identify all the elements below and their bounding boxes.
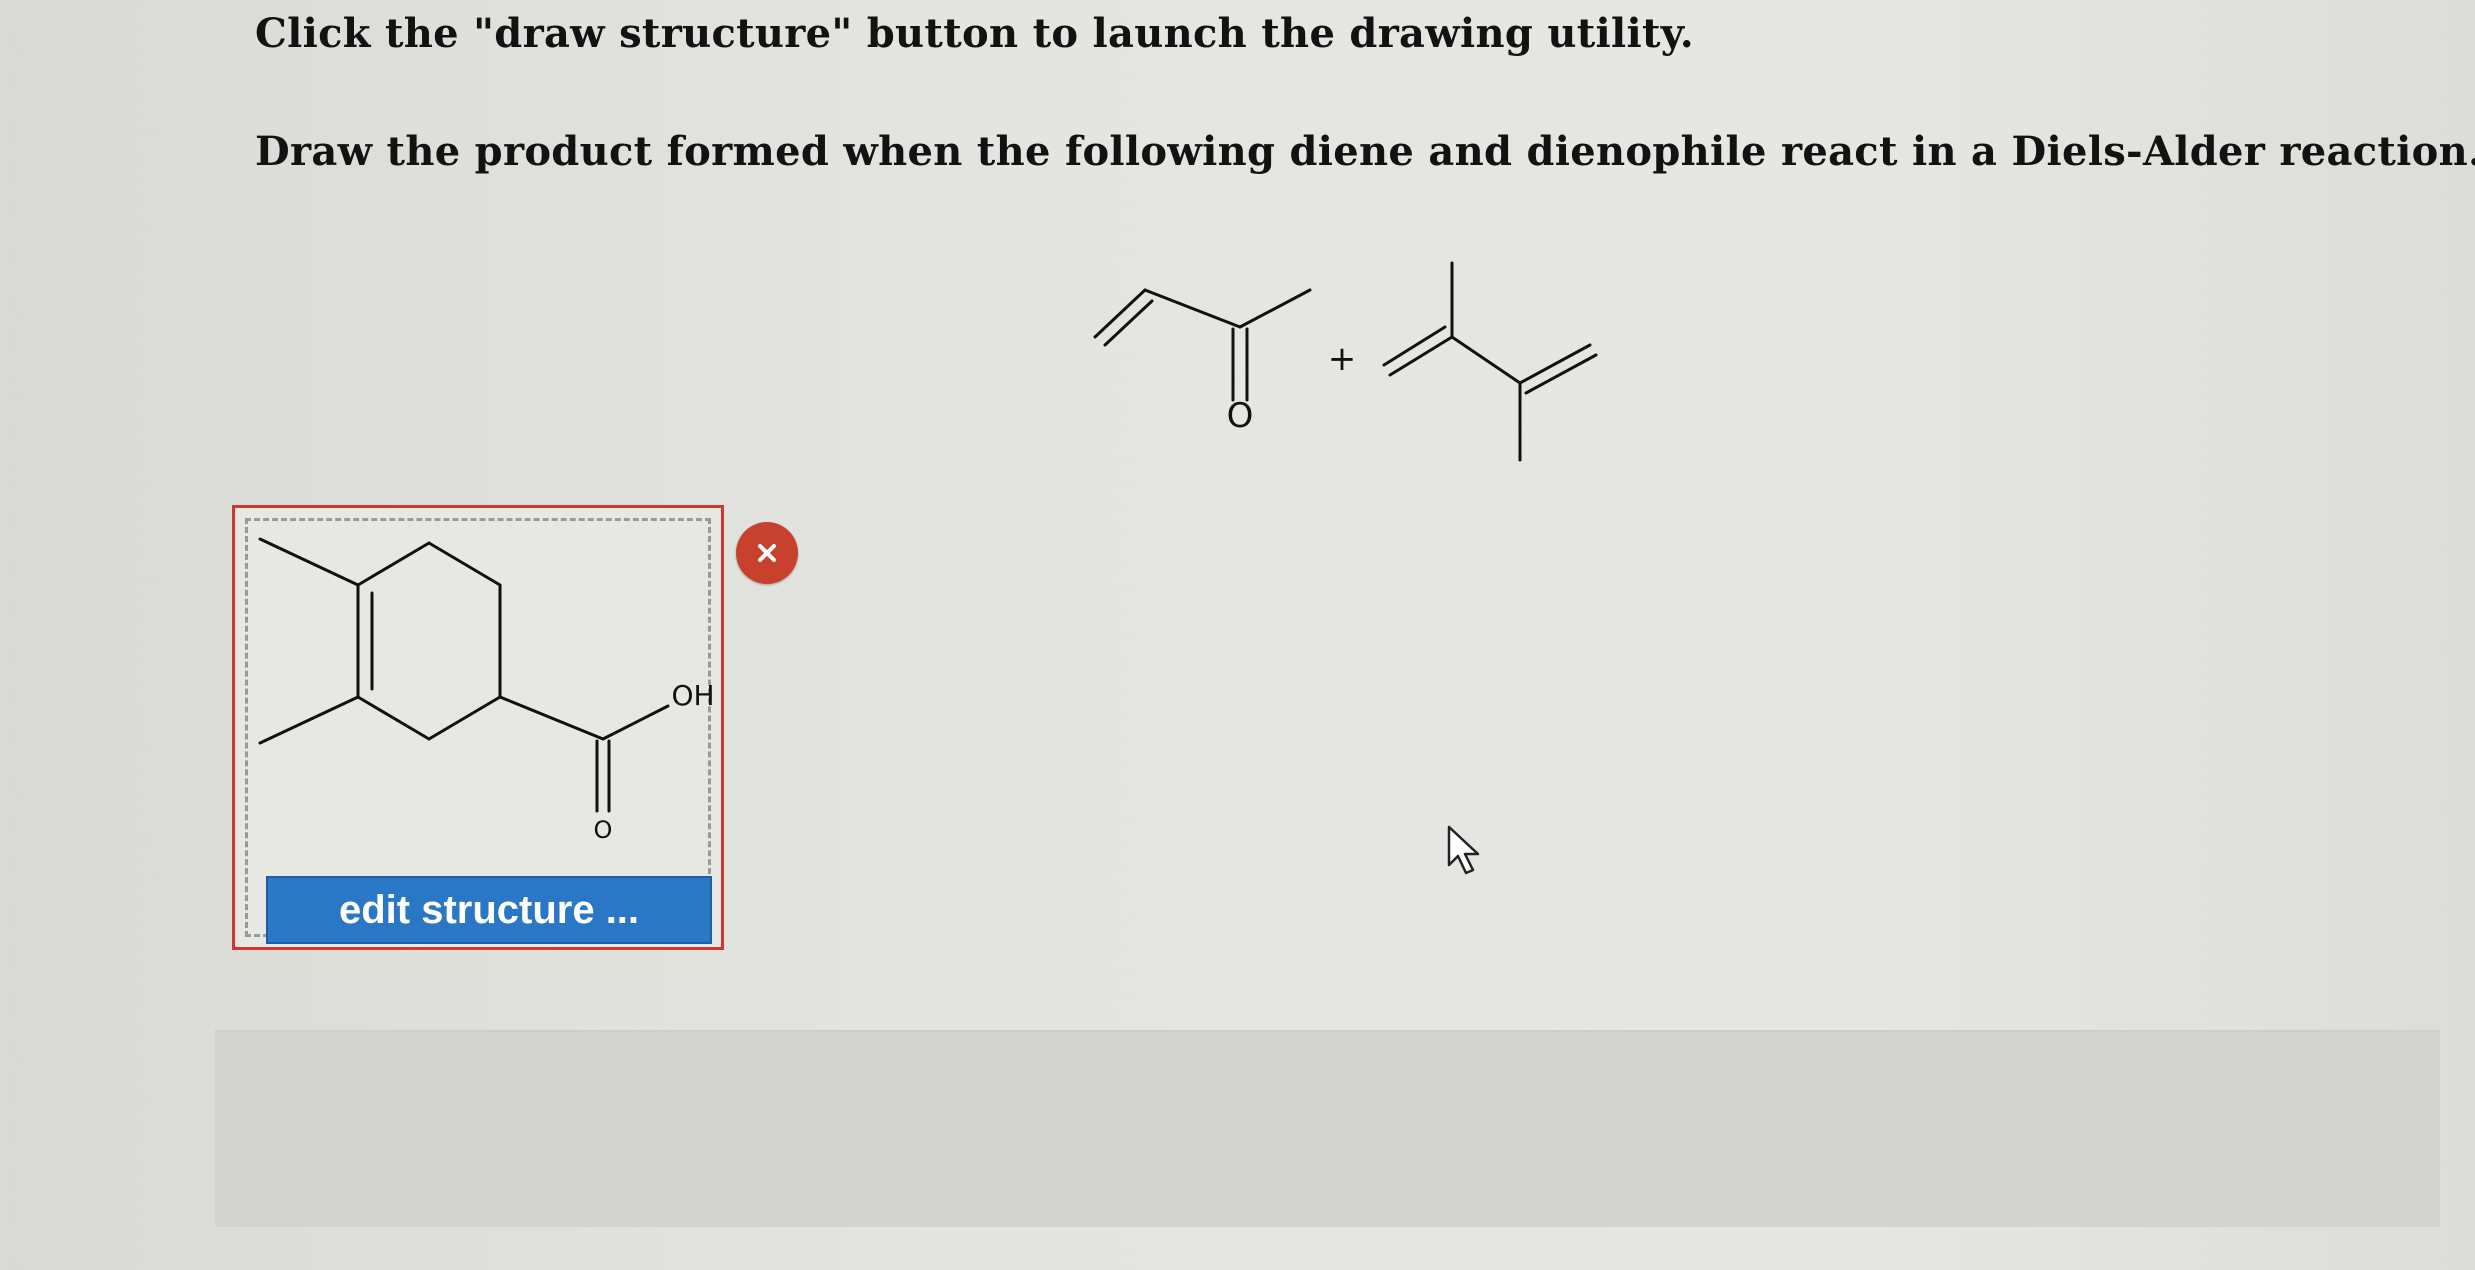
plus-sign: + (1328, 339, 1357, 379)
ring-carbonyl-bond (498, 695, 605, 741)
clear-answer-button[interactable] (736, 522, 798, 584)
dienophile-structure (1093, 288, 1312, 402)
ring-methyl-top (258, 537, 360, 587)
ring-bond-5 (356, 695, 431, 741)
diene-structure (1382, 261, 1598, 462)
ch-carbonyl-bond (1143, 288, 1242, 329)
answer-structure-box: OH O edit structure ... (232, 505, 724, 950)
close-icon (758, 544, 776, 562)
reaction-scheme: O + (1080, 245, 1620, 475)
carbonyl-methyl-bond (1238, 288, 1312, 329)
instruction-question: Draw the product formed when the followi… (255, 128, 2475, 175)
carbonyl-oxygen-label: O (594, 816, 613, 844)
instruction-draw-button: Click the "draw structure" button to lau… (255, 10, 1694, 57)
diene-central-bond (1450, 335, 1522, 385)
product-structure: OH O (258, 537, 715, 844)
reaction-structures: O + (1093, 261, 1598, 462)
ring-methyl-bottom (258, 695, 360, 745)
question-page: Click the "draw structure" button to lau… (0, 0, 2475, 1270)
oh-label: OH (671, 679, 714, 712)
submission-panel (215, 1030, 2440, 1227)
mouse-pointer-icon (1447, 825, 1480, 875)
answer-structure-inner: OH O edit structure ... (245, 518, 715, 944)
ring-bond-4 (427, 695, 502, 741)
edit-structure-button[interactable]: edit structure ... (266, 876, 712, 944)
carbon-oh-bond (601, 704, 670, 741)
ring-bond-2 (427, 541, 502, 587)
oxygen-label: O (1227, 396, 1254, 436)
ring-bond-1 (356, 541, 431, 587)
